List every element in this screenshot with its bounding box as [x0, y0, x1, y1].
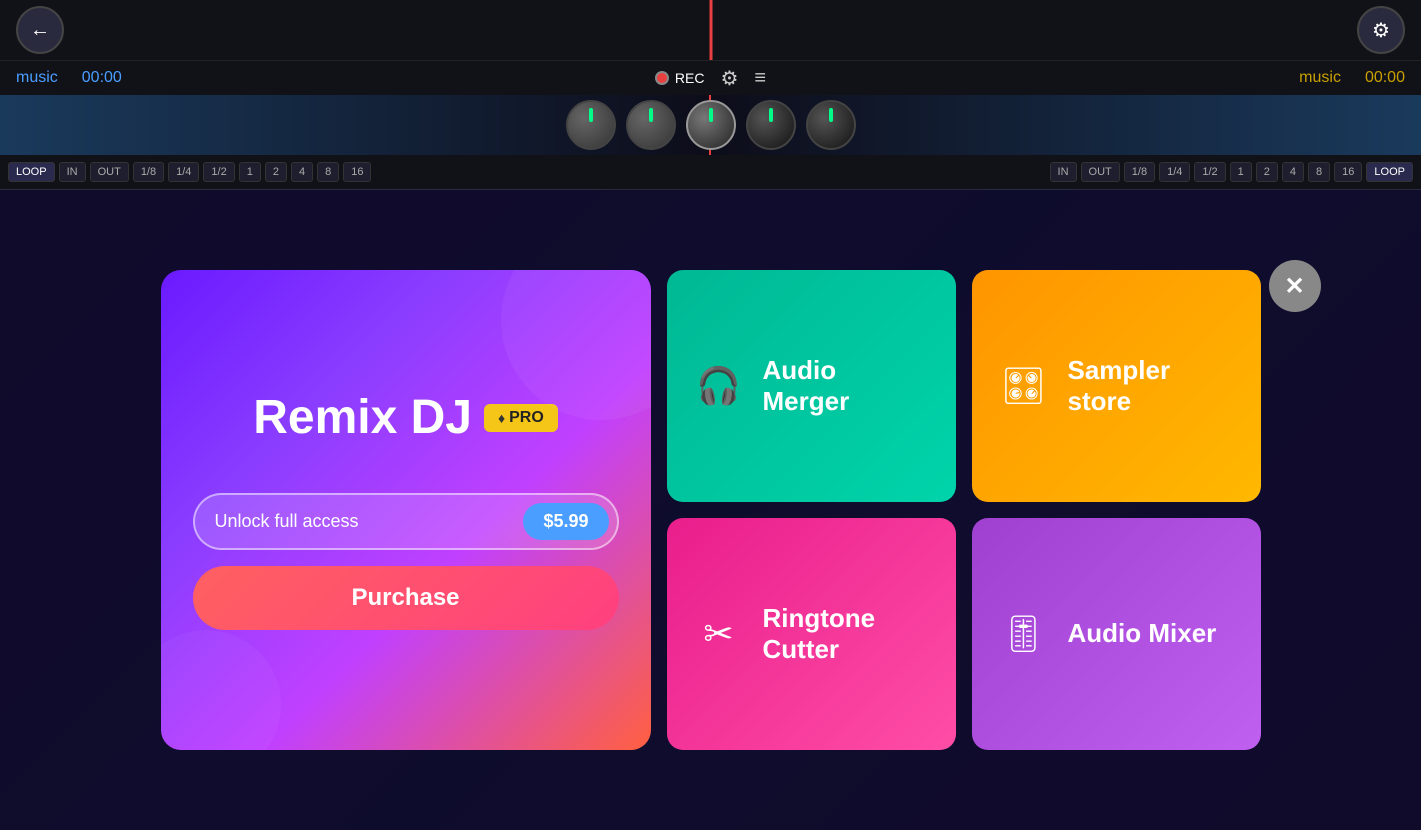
- knob-1[interactable]: [566, 100, 616, 150]
- loop-btn-loop-left[interactable]: LOOP: [8, 162, 55, 182]
- unlock-text: Unlock full access: [215, 511, 359, 532]
- audio-mixer-label: Audio Mixer: [1068, 618, 1217, 649]
- loop-btn-1-4-right[interactable]: 1/4: [1159, 162, 1190, 182]
- loop-btn-8-right[interactable]: 8: [1308, 162, 1330, 182]
- knobs-row: [566, 100, 856, 150]
- top-bar: ← ⚙: [0, 0, 1421, 60]
- audio-merger-label: AudioMerger: [763, 355, 850, 417]
- audio-merger-card[interactable]: 🎧 AudioMerger: [667, 270, 956, 502]
- modal-container: ✕ Remix DJ♦PRO Unlock full access $5.99 …: [161, 270, 1261, 750]
- knob-3[interactable]: [686, 100, 736, 150]
- loop-btn-1-left[interactable]: 1: [239, 162, 261, 182]
- feature-grid: 🎧 AudioMerger 🎛 Samplerstore ✂ RingtoneC…: [667, 270, 1261, 750]
- back-button[interactable]: ←: [16, 6, 64, 54]
- loop-btn-1-2-left[interactable]: 1/2: [203, 162, 234, 182]
- loop-btn-8-left[interactable]: 8: [317, 162, 339, 182]
- loop-btn-16-left[interactable]: 16: [343, 162, 371, 182]
- close-button[interactable]: ✕: [1269, 260, 1321, 312]
- loop-btn-out-left[interactable]: OUT: [90, 162, 129, 182]
- remix-dj-title: Remix DJ ♦PRO: [253, 390, 558, 445]
- settings-button[interactable]: ⚙: [1357, 6, 1405, 54]
- scissors-icon: ✂: [695, 613, 743, 655]
- menu-icon[interactable]: ≡: [754, 67, 766, 90]
- knob-2[interactable]: [626, 100, 676, 150]
- promo-card: Remix DJ ♦PRO Unlock full access $5.99 Pu…: [161, 270, 651, 750]
- sampler-store-label: Samplerstore: [1068, 355, 1171, 417]
- loop-btn-4-right[interactable]: 4: [1282, 162, 1304, 182]
- left-time-label: 00:00: [82, 69, 122, 87]
- loop-btn-loop-right[interactable]: LOOP: [1366, 162, 1413, 182]
- loop-btn-2-right[interactable]: 2: [1256, 162, 1278, 182]
- loop-controls: LOOP IN OUT 1/8 1/4 1/2 1 2 4 8 16 IN OU…: [0, 155, 1421, 190]
- right-time-label: 00:00: [1365, 69, 1405, 87]
- loop-btn-1-8-right[interactable]: 1/8: [1124, 162, 1155, 182]
- left-music-label: music: [16, 69, 58, 87]
- loop-btn-in-right[interactable]: IN: [1050, 162, 1077, 182]
- modal-overlay: ✕ Remix DJ ♦PRO Unlock full access $5.99 …: [0, 190, 1421, 830]
- sampler-icon: 🎛: [1000, 365, 1048, 407]
- ringtone-cutter-card[interactable]: ✂ RingtoneCutter: [667, 518, 956, 750]
- right-music-label: music: [1299, 69, 1341, 87]
- knob-4[interactable]: [746, 100, 796, 150]
- audio-mixer-card[interactable]: 🎚 Audio Mixer: [972, 518, 1261, 750]
- mixer-icon[interactable]: ⚙: [720, 66, 738, 91]
- left-loop-group: LOOP IN OUT 1/8 1/4 1/2 1 2 4 8 16: [8, 162, 371, 182]
- loop-btn-1-2-right[interactable]: 1/2: [1194, 162, 1225, 182]
- top-bar-left: ←: [16, 6, 64, 54]
- loop-btn-2-left[interactable]: 2: [265, 162, 287, 182]
- music-row: music 00:00 REC ⚙ ≡ music 00:00: [0, 60, 1421, 95]
- top-bar-right: ⚙: [1357, 6, 1405, 54]
- ringtone-cutter-label: RingtoneCutter: [763, 603, 876, 665]
- pro-badge: ♦PRO: [484, 404, 558, 432]
- center-line: [709, 0, 712, 60]
- loop-btn-in-left[interactable]: IN: [59, 162, 86, 182]
- loop-btn-4-left[interactable]: 4: [291, 162, 313, 182]
- loop-btn-16-right[interactable]: 16: [1334, 162, 1362, 182]
- loop-btn-1-4-left[interactable]: 1/4: [168, 162, 199, 182]
- waveform-area: [0, 95, 1421, 155]
- main-area: ✕ Remix DJ ♦PRO Unlock full access $5.99 …: [0, 190, 1421, 830]
- loop-btn-out-right[interactable]: OUT: [1081, 162, 1120, 182]
- headphones-icon: 🎧: [695, 365, 743, 407]
- right-loop-group: IN OUT 1/8 1/4 1/2 1 2 4 8 16 LOOP: [1050, 162, 1413, 182]
- fader-icon: 🎚: [1000, 613, 1048, 655]
- music-controls: REC ⚙ ≡: [655, 66, 766, 91]
- price-badge: $5.99: [523, 503, 608, 540]
- knob-5[interactable]: [806, 100, 856, 150]
- remix-dj-text: Remix DJ: [253, 390, 472, 445]
- loop-btn-1-8-left[interactable]: 1/8: [133, 162, 164, 182]
- unlock-row: Unlock full access $5.99: [193, 493, 619, 550]
- sampler-store-card[interactable]: 🎛 Samplerstore: [972, 270, 1261, 502]
- purchase-button[interactable]: Purchase: [193, 566, 619, 630]
- rec-dot: [655, 71, 669, 85]
- loop-btn-1-right[interactable]: 1: [1230, 162, 1252, 182]
- rec-button[interactable]: REC: [655, 70, 705, 86]
